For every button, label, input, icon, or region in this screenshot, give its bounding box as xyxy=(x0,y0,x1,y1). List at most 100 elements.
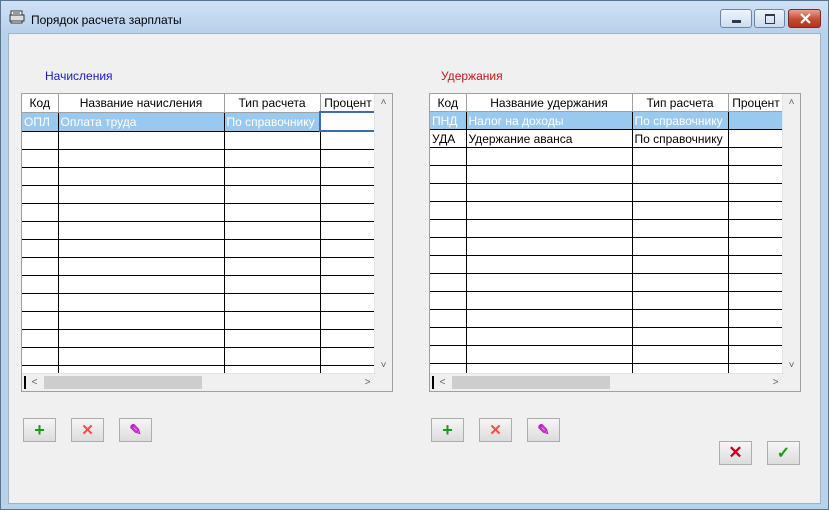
empty-row[interactable] xyxy=(430,273,785,292)
column-header[interactable]: Название начисления xyxy=(58,94,225,113)
empty-cell[interactable] xyxy=(320,221,377,240)
empty-cell[interactable] xyxy=(224,347,321,366)
empty-cell[interactable] xyxy=(320,257,377,276)
add-accrual-button[interactable]: + xyxy=(23,418,56,442)
empty-cell[interactable] xyxy=(22,347,59,366)
cell-type[interactable]: По справочнику xyxy=(632,111,729,130)
empty-cell[interactable] xyxy=(58,239,225,258)
cell-type[interactable]: По справочнику xyxy=(632,129,729,148)
column-header[interactable]: Процент xyxy=(728,94,785,112)
empty-row[interactable] xyxy=(22,185,377,204)
empty-cell[interactable] xyxy=(466,309,633,328)
empty-row[interactable] xyxy=(430,327,785,346)
empty-cell[interactable] xyxy=(320,203,377,222)
empty-cell[interactable] xyxy=(632,183,729,202)
cell-name[interactable]: Удержание аванса xyxy=(466,129,633,148)
scroll-thumb[interactable] xyxy=(452,376,610,389)
empty-cell[interactable] xyxy=(430,219,467,238)
minimize-button[interactable] xyxy=(720,9,752,28)
empty-row[interactable] xyxy=(22,149,377,168)
cell-percent[interactable] xyxy=(319,111,377,132)
empty-cell[interactable] xyxy=(430,273,467,292)
empty-cell[interactable] xyxy=(632,291,729,310)
empty-cell[interactable] xyxy=(632,219,729,238)
empty-cell[interactable] xyxy=(632,327,729,346)
scroll-down-icon[interactable]: ˅ xyxy=(375,357,392,374)
empty-cell[interactable] xyxy=(430,201,467,220)
empty-cell[interactable] xyxy=(224,311,321,330)
cell-name[interactable]: Налог на доходы xyxy=(466,111,633,130)
scroll-down-icon[interactable]: ˅ xyxy=(783,357,800,374)
empty-row[interactable] xyxy=(430,309,785,328)
column-header[interactable]: Тип расчета xyxy=(632,94,729,112)
empty-cell[interactable] xyxy=(466,291,633,310)
cell-code[interactable]: ОПЛ xyxy=(22,112,59,132)
add-deduction-button[interactable]: + xyxy=(431,418,464,442)
empty-cell[interactable] xyxy=(58,275,225,294)
empty-cell[interactable] xyxy=(430,327,467,346)
empty-cell[interactable] xyxy=(320,311,377,330)
empty-cell[interactable] xyxy=(466,147,633,166)
horizontal-scrollbar[interactable]: < > xyxy=(22,373,376,391)
empty-row[interactable] xyxy=(430,183,785,202)
cell-percent[interactable] xyxy=(728,129,785,148)
empty-cell[interactable] xyxy=(466,201,633,220)
empty-cell[interactable] xyxy=(22,167,59,186)
empty-cell[interactable] xyxy=(320,329,377,348)
scroll-left-icon[interactable]: < xyxy=(434,374,451,391)
empty-cell[interactable] xyxy=(224,293,321,312)
empty-cell[interactable] xyxy=(632,147,729,166)
empty-cell[interactable] xyxy=(728,237,785,256)
close-button[interactable] xyxy=(788,9,821,28)
cancel-button[interactable]: ✕ xyxy=(719,441,752,465)
empty-cell[interactable] xyxy=(22,311,59,330)
empty-row[interactable] xyxy=(22,131,377,150)
empty-cell[interactable] xyxy=(632,165,729,184)
empty-row[interactable] xyxy=(430,219,785,238)
table-row[interactable]: ПНД Налог на доходы По справочнику xyxy=(430,111,785,130)
cell-type[interactable]: По справочнику xyxy=(224,112,321,132)
maximize-button[interactable] xyxy=(754,9,785,28)
scroll-left-icon[interactable]: < xyxy=(26,374,43,391)
delete-deduction-button[interactable]: ✕ xyxy=(479,418,512,442)
empty-cell[interactable] xyxy=(224,275,321,294)
empty-row[interactable] xyxy=(22,167,377,186)
empty-cell[interactable] xyxy=(632,345,729,364)
empty-cell[interactable] xyxy=(728,219,785,238)
empty-cell[interactable] xyxy=(224,203,321,222)
empty-row[interactable] xyxy=(430,237,785,256)
empty-row[interactable] xyxy=(22,257,377,276)
empty-cell[interactable] xyxy=(632,255,729,274)
empty-cell[interactable] xyxy=(320,185,377,204)
empty-cell[interactable] xyxy=(728,291,785,310)
empty-cell[interactable] xyxy=(466,183,633,202)
empty-cell[interactable] xyxy=(224,149,321,168)
empty-cell[interactable] xyxy=(224,239,321,258)
empty-cell[interactable] xyxy=(58,221,225,240)
cell-code[interactable]: ПНД xyxy=(430,111,467,130)
empty-cell[interactable] xyxy=(58,149,225,168)
empty-cell[interactable] xyxy=(728,165,785,184)
empty-cell[interactable] xyxy=(430,165,467,184)
empty-cell[interactable] xyxy=(22,221,59,240)
empty-cell[interactable] xyxy=(58,257,225,276)
empty-cell[interactable] xyxy=(22,203,59,222)
empty-cell[interactable] xyxy=(466,345,633,364)
empty-cell[interactable] xyxy=(430,147,467,166)
table-row[interactable]: УДА Удержание аванса По справочнику xyxy=(430,129,785,148)
empty-cell[interactable] xyxy=(728,273,785,292)
empty-row[interactable] xyxy=(22,347,377,366)
empty-cell[interactable] xyxy=(22,239,59,258)
scroll-right-icon[interactable]: > xyxy=(359,374,376,391)
empty-cell[interactable] xyxy=(224,221,321,240)
empty-cell[interactable] xyxy=(224,167,321,186)
empty-row[interactable] xyxy=(22,329,377,348)
empty-cell[interactable] xyxy=(22,293,59,312)
empty-cell[interactable] xyxy=(224,257,321,276)
table-row[interactable]: ОПЛ Оплата труда По справочнику xyxy=(22,111,377,132)
empty-cell[interactable] xyxy=(224,185,321,204)
empty-cell[interactable] xyxy=(58,329,225,348)
empty-row[interactable] xyxy=(22,239,377,258)
horizontal-scrollbar[interactable]: < > xyxy=(430,373,784,391)
column-header[interactable]: Тип расчета xyxy=(224,94,321,113)
